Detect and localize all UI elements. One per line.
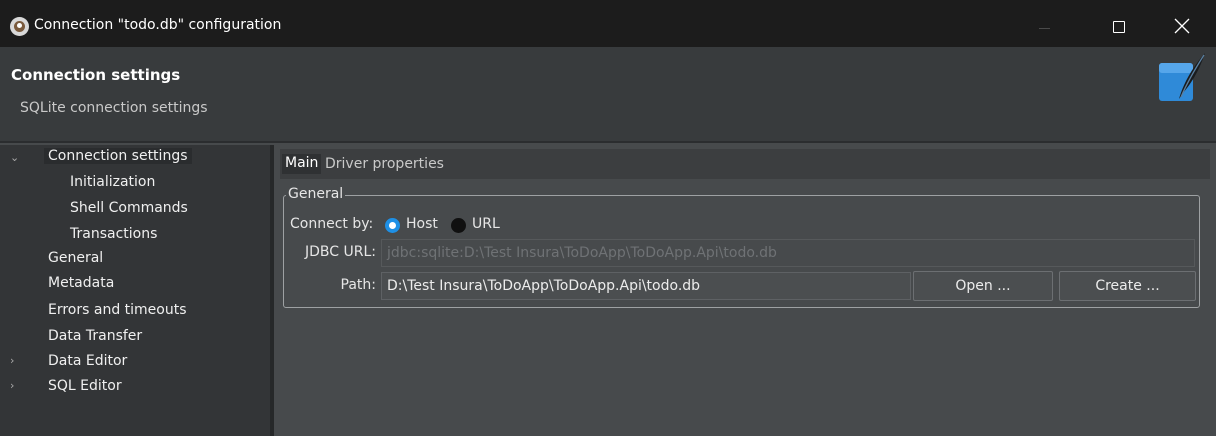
nav-item-sql-editor[interactable]: SQL Editor — [48, 378, 122, 394]
nav-item-transactions[interactable]: Transactions — [70, 226, 157, 242]
nav-item-metadata[interactable]: Metadata — [48, 275, 114, 291]
jdbc-url-label: JDBC URL: — [305, 244, 376, 260]
path-field[interactable]: D:\Test Insura\ToDoApp\ToDoApp.Api\todo.… — [381, 272, 911, 300]
maximize-button[interactable] — [1096, 8, 1142, 46]
window-title: Connection "todo.db" configuration — [34, 17, 282, 33]
page-subtitle: SQLite connection settings — [20, 100, 208, 116]
sqlite-feather-logo — [1159, 53, 1205, 101]
nav-item-general[interactable]: General — [48, 250, 103, 266]
page-title: Connection settings — [11, 66, 181, 84]
tab-main[interactable]: Main — [282, 154, 322, 174]
settings-header: Connection settings SQLite connection se… — [0, 47, 1216, 143]
minimize-icon — [1039, 28, 1050, 29]
connect-by-host-label[interactable]: Host — [406, 216, 438, 232]
connect-by-url-label[interactable]: URL — [472, 216, 500, 232]
general-group: General Connect by: Host URL JDBC URL: j… — [283, 186, 1200, 308]
create-button[interactable]: Create ... — [1059, 271, 1196, 301]
general-group-legend: General — [286, 186, 346, 202]
open-button[interactable]: Open ... — [913, 271, 1053, 301]
expand-arrow-icon[interactable]: ⌄ — [10, 151, 19, 164]
close-icon — [1174, 18, 1190, 34]
maximize-icon — [1113, 21, 1125, 33]
connect-by-url-radio[interactable] — [451, 218, 466, 233]
connection-settings-panel: Main Driver properties General Connect b… — [274, 145, 1216, 436]
nav-item-shell-commands[interactable]: Shell Commands — [70, 200, 188, 216]
minimize-button[interactable] — [1022, 8, 1068, 46]
tab-driver-properties[interactable]: Driver properties — [325, 156, 444, 172]
nav-item-errors-and-timeouts[interactable]: Errors and timeouts — [48, 302, 187, 318]
connect-by-label: Connect by: — [290, 216, 374, 232]
path-label: Path: — [340, 277, 376, 293]
title-bar: Connection "todo.db" configuration — [0, 0, 1216, 47]
nav-item-initialization[interactable]: Initialization — [70, 174, 155, 190]
connect-by-host-radio[interactable] — [385, 218, 400, 233]
nav-item-connection-settings[interactable]: Connection settings — [44, 148, 192, 164]
collapse-arrow-icon[interactable]: › — [10, 379, 14, 392]
dbeaver-beaver-icon — [10, 17, 29, 36]
settings-nav-tree: ⌄ Connection settings Initialization She… — [0, 145, 270, 436]
nav-item-data-editor[interactable]: Data Editor — [48, 353, 127, 369]
tab-bar: Main Driver properties — [280, 149, 1210, 179]
nav-item-data-transfer[interactable]: Data Transfer — [48, 328, 142, 344]
collapse-arrow-icon[interactable]: › — [10, 354, 14, 367]
jdbc-url-field[interactable]: jdbc:sqlite:D:\Test Insura\ToDoApp\ToDoA… — [381, 239, 1195, 267]
close-button[interactable] — [1160, 8, 1206, 46]
